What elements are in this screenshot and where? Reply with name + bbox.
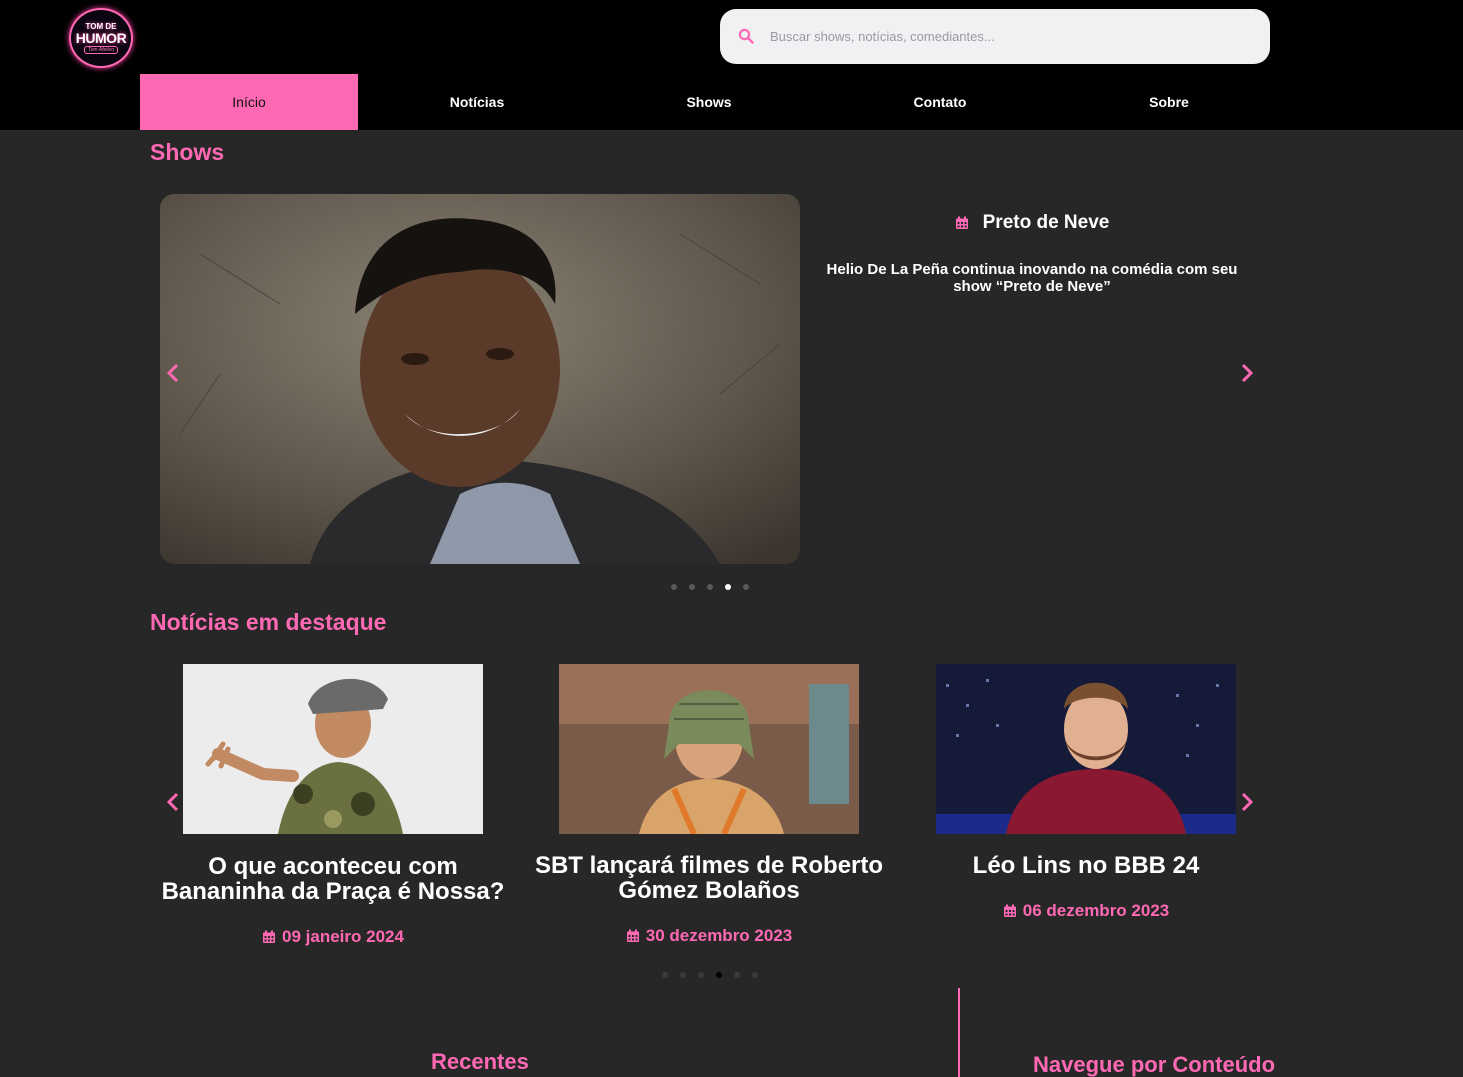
show-title[interactable]: Preto de Neve [983, 212, 1110, 234]
news-card-date-text: 09 janeiro 2024 [282, 927, 404, 946]
show-image[interactable] [160, 194, 800, 564]
footer-divider [958, 988, 960, 1077]
shows-carousel-dots [671, 584, 749, 590]
calendar-icon [1003, 904, 1016, 917]
search-icon[interactable] [738, 28, 754, 44]
news-card-title[interactable]: SBT lançará filmes de Roberto Gómez Bola… [529, 853, 889, 903]
calendar-icon [955, 216, 968, 229]
shows-section-title: Shows [150, 139, 225, 165]
shows-next-chevron-right-icon[interactable] [1237, 361, 1257, 385]
main-nav: Início Notícias Shows Contato Sobre [0, 74, 1463, 130]
news-card-date: 30 dezembro 2023 [559, 926, 859, 946]
recent-section-title: Recentes [431, 1049, 529, 1074]
news-card-date-text: 30 dezembro 2023 [645, 926, 793, 945]
browse-section-title: Navegue por Conteúdo [1033, 1052, 1276, 1077]
carousel-dot[interactable] [707, 584, 713, 590]
carousel-dot[interactable] [680, 972, 686, 978]
news-card-title[interactable]: Léo Lins no BBB 24 [906, 853, 1266, 878]
news-next-chevron-right-icon[interactable] [1237, 790, 1257, 814]
shows-prev-chevron-left-icon[interactable] [163, 361, 183, 385]
news-section-title: Notícias em destaque [150, 609, 387, 635]
carousel-dot-active[interactable] [725, 584, 731, 590]
show-description: Helio De La Peña continua inovando na co… [826, 261, 1238, 295]
news-card-title[interactable]: O que aconteceu com Bananinha da Praça é… [153, 854, 513, 904]
show-title-row: Preto de Neve [812, 212, 1252, 234]
carousel-dot[interactable] [743, 584, 749, 590]
carousel-dot[interactable] [662, 972, 668, 978]
news-prev-chevron-left-icon[interactable] [163, 790, 183, 814]
nav-item-sobre[interactable]: Sobre [1090, 74, 1248, 130]
news-card-date: 06 dezembro 2023 [936, 901, 1236, 921]
nav-item-noticias[interactable]: Notícias [397, 74, 557, 130]
news-carousel-dots [662, 972, 758, 978]
carousel-dot-active[interactable] [716, 972, 722, 978]
nav-item-shows[interactable]: Shows [630, 74, 788, 130]
logo-line-2: HUMOR [75, 30, 127, 46]
logo-line-3: Tom Afetivo [83, 46, 119, 54]
news-card-date: 09 janeiro 2024 [183, 927, 483, 947]
carousel-dot[interactable] [698, 972, 704, 978]
search-input[interactable] [770, 9, 1250, 64]
news-card-image[interactable] [183, 664, 483, 834]
carousel-dot[interactable] [752, 972, 758, 978]
calendar-icon [626, 929, 639, 942]
top-bar: TOM DE HUMOR Tom Afetivo [0, 0, 1463, 74]
carousel-dot[interactable] [689, 584, 695, 590]
nav-item-contato[interactable]: Contato [860, 74, 1020, 130]
nav-item-inicio[interactable]: Início [140, 74, 358, 130]
carousel-dot[interactable] [734, 972, 740, 978]
carousel-dot[interactable] [671, 584, 677, 590]
site-logo[interactable]: TOM DE HUMOR Tom Afetivo [69, 8, 133, 68]
search-bar [720, 9, 1270, 64]
news-card-date-text: 06 dezembro 2023 [1022, 901, 1170, 920]
calendar-icon [263, 930, 276, 943]
news-card-image[interactable] [559, 664, 859, 834]
news-card-image[interactable] [936, 664, 1236, 834]
